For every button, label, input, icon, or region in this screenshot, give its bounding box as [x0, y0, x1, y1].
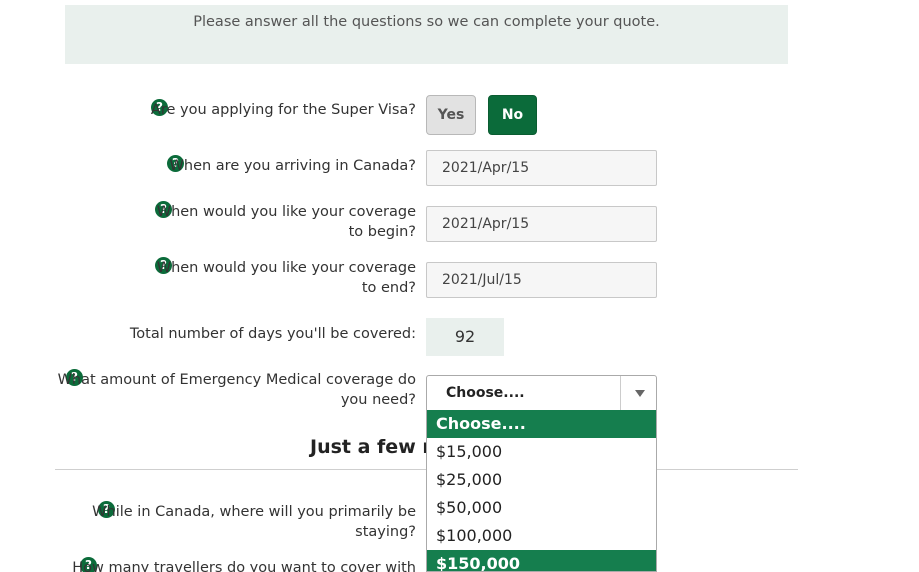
arrival-date-label: When are you arriving in Canada?	[169, 158, 416, 174]
stay-label-line2: staying?	[355, 524, 416, 540]
section-heading: Just a few m	[310, 436, 443, 458]
super-visa-yes-button[interactable]: Yes	[426, 95, 476, 135]
dropdown-option[interactable]: $50,000	[427, 494, 656, 522]
dropdown-option[interactable]: $100,000	[427, 522, 656, 550]
coverage-end-label-line1: When would you like your coverage	[156, 260, 416, 276]
select-divider	[620, 376, 621, 410]
coverage-end-label: When would you like your coverage to end…	[157, 258, 416, 298]
coverage-end-label-line2: to end?	[361, 280, 416, 296]
emergency-medical-label: What amount of Emergency Medical coverag…	[58, 370, 416, 410]
chevron-down-icon[interactable]	[635, 390, 645, 397]
coverage-begin-label-line2: to begin?	[348, 224, 416, 240]
emergency-medical-label-line2: you need?	[340, 392, 416, 408]
coverage-begin-label-line1: When would you like your coverage	[156, 204, 416, 220]
coverage-begin-label: When would you like your coverage to beg…	[157, 202, 416, 242]
super-visa-label: Are you applying for the Super Visa?	[150, 102, 416, 118]
coverage-end-input[interactable]: 2021/Jul/15	[426, 262, 657, 298]
dropdown-option[interactable]: $15,000	[427, 438, 656, 466]
quote-notice-banner: Please answer all the questions so we ca…	[65, 5, 788, 64]
emergency-medical-dropdown: Choose.... $15,000 $25,000 $50,000 $100,000 $…	[426, 410, 657, 572]
super-visa-no-button[interactable]: No	[488, 95, 537, 135]
dropdown-option[interactable]: Choose....	[427, 410, 656, 438]
dropdown-option[interactable]: $25,000	[427, 466, 656, 494]
arrival-date-input[interactable]: 2021/Apr/15	[426, 150, 657, 186]
dropdown-option[interactable]: $150,000	[427, 550, 656, 571]
emergency-medical-select[interactable]: Choose....	[426, 375, 657, 411]
emergency-medical-label-line1: What amount of Emergency Medical coverag…	[57, 372, 416, 388]
total-days-value: 92	[426, 318, 504, 356]
stay-label-line1: While in Canada, where will you primaril…	[92, 504, 416, 520]
notice-text: Please answer all the questions so we ca…	[193, 14, 660, 30]
travellers-label: How many travellers do you want to cover…	[72, 560, 416, 572]
coverage-begin-input[interactable]: 2021/Apr/15	[426, 206, 657, 242]
stay-label: While in Canada, where will you primaril…	[92, 502, 416, 542]
select-value: Choose....	[446, 385, 525, 401]
total-days-label: Total number of days you'll be covered:	[129, 326, 416, 342]
